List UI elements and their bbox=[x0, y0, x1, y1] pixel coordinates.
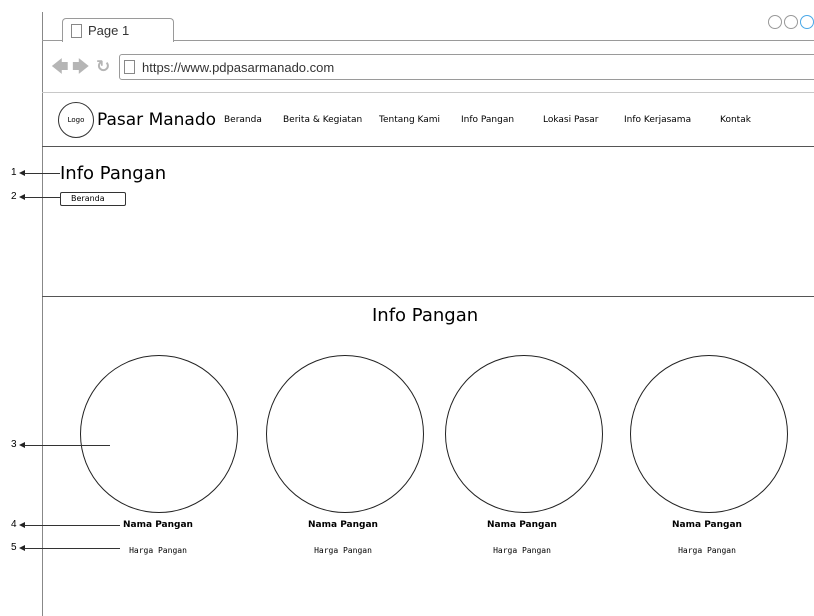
nav-item-berita-kegiatan[interactable]: Berita & Kegiatan bbox=[283, 115, 362, 125]
logo[interactable]: Logo bbox=[58, 102, 94, 138]
food-name[interactable]: Nama Pangan bbox=[442, 520, 602, 530]
breadcrumb[interactable]: Beranda bbox=[60, 192, 126, 206]
callout-line bbox=[24, 197, 60, 198]
callout-line bbox=[24, 173, 60, 174]
callout-line bbox=[24, 548, 120, 549]
food-price: Harga Pangan bbox=[314, 546, 372, 555]
callout-number: 4 bbox=[11, 519, 17, 530]
url-text: https://www.pdpasarmanado.com bbox=[142, 60, 335, 75]
close-button[interactable] bbox=[800, 15, 814, 29]
reload-icon[interactable]: ↻ bbox=[96, 59, 110, 76]
food-price: Harga Pangan bbox=[493, 546, 551, 555]
header-divider bbox=[42, 146, 814, 147]
callout-number: 5 bbox=[11, 542, 17, 553]
callout-number: 1 bbox=[11, 167, 17, 178]
food-name[interactable]: Nama Pangan bbox=[627, 520, 787, 530]
nav-item-info-kerjasama[interactable]: Info Kerjasama bbox=[624, 115, 691, 125]
callout-number: 3 bbox=[11, 439, 17, 450]
page-icon bbox=[71, 24, 82, 38]
section-title: Info Pangan bbox=[372, 305, 479, 326]
food-image[interactable] bbox=[445, 355, 603, 513]
browser-tab[interactable]: Page 1 bbox=[62, 18, 174, 42]
nav-item-beranda[interactable]: Beranda bbox=[224, 115, 262, 125]
food-image[interactable] bbox=[630, 355, 788, 513]
food-image[interactable] bbox=[266, 355, 424, 513]
site-name[interactable]: Pasar Manado bbox=[97, 110, 216, 130]
food-name[interactable]: Nama Pangan bbox=[263, 520, 423, 530]
address-bar[interactable]: https://www.pdpasarmanado.com bbox=[119, 54, 814, 80]
nav-item-lokasi-pasar[interactable]: Lokasi Pasar bbox=[543, 115, 598, 125]
nav-item-tentang-kami[interactable]: Tentang Kami bbox=[379, 115, 440, 125]
food-price: Harga Pangan bbox=[678, 546, 736, 555]
hero-divider bbox=[42, 296, 814, 297]
minimize-button[interactable] bbox=[768, 15, 782, 29]
back-arrow-icon[interactable]: 🡄 bbox=[51, 59, 69, 76]
page-icon bbox=[124, 60, 135, 74]
chrome-divider bbox=[42, 92, 814, 93]
nav-item-info-pangan[interactable]: Info Pangan bbox=[461, 115, 514, 125]
page-title: Info Pangan bbox=[60, 163, 167, 184]
maximize-button[interactable] bbox=[784, 15, 798, 29]
callout-line bbox=[24, 525, 120, 526]
tab-title: Page 1 bbox=[88, 23, 130, 38]
logo-text: Logo bbox=[67, 116, 85, 124]
forward-arrow-icon[interactable]: 🡆 bbox=[72, 59, 90, 76]
food-image[interactable] bbox=[80, 355, 238, 513]
callout-line bbox=[24, 445, 110, 446]
nav-item-kontak[interactable]: Kontak bbox=[720, 115, 751, 125]
callout-number: 2 bbox=[11, 191, 17, 202]
